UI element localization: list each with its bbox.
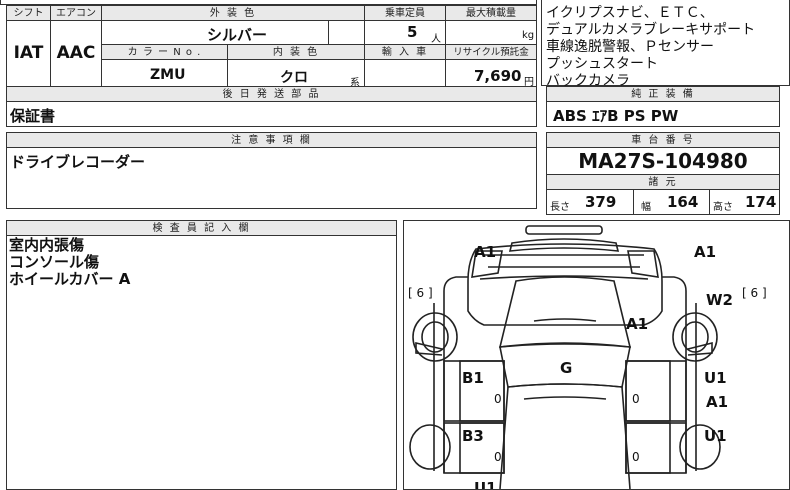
- recycle-header: リサイクル預託金: [445, 44, 537, 60]
- exterior-divider: [328, 21, 329, 44]
- later-shipment-header: 後 日 発 送 部 品: [6, 86, 537, 102]
- equipment-note: 車線逸脱警報、Ｐセンサー: [546, 39, 714, 55]
- seating-cell: 5 人: [364, 20, 446, 45]
- width-label: 幅: [641, 202, 651, 213]
- left-rear-cut-label: U1: [474, 479, 497, 489]
- equipment-note: プッシュスタート: [546, 56, 658, 72]
- car-diagram-svg: A1 A1 [ 6 ] [ 6 ] W2 A1 G B1 0 U1 0 A1 B…: [408, 225, 767, 489]
- exterior-color-value: シルバー: [207, 26, 268, 44]
- max-load-header: 最大積載量: [445, 5, 537, 21]
- equipment-note: イクリプスナビ、ＥＴＣ、: [546, 5, 714, 21]
- equipment-notes-list: イクリプスナビ、ＥＴＣ、 デュアルカメラブレーキサポート 車線逸脱警報、Ｐセンサ…: [546, 5, 755, 90]
- later-shipment-cell: 保証書: [6, 101, 537, 127]
- exterior-color-header: 外 装 色: [101, 5, 365, 21]
- notes-cell: ドライブレコーダー: [6, 147, 537, 209]
- right-front-door-label: U1: [704, 369, 727, 387]
- chassis-value: MA27S-104980: [578, 149, 748, 173]
- interior-color-header: 内 装 色: [227, 44, 365, 60]
- max-load-unit: kg: [522, 30, 535, 41]
- shift-cell: IAT: [6, 20, 51, 92]
- front-right-label: A1: [694, 243, 716, 261]
- import-header: 輸 入 車: [364, 44, 446, 60]
- car-diagram: A1 A1 [ 6 ] [ 6 ] W2 A1 G B1 0 U1 0 A1 B…: [403, 220, 790, 490]
- right-tire-label: [ 6 ]: [742, 286, 767, 300]
- chassis-header: 車 台 番 号: [546, 132, 780, 148]
- max-load-cell: kg: [445, 20, 537, 45]
- aircon-cell: AAC: [50, 20, 102, 92]
- zero-mark-2: 0: [632, 392, 640, 406]
- spec-table: シフト エアコン 外 装 色 乗車定員 最大積載量 IAT AAC シルバー 5…: [0, 0, 541, 92]
- color-no-value: ZMU: [150, 67, 186, 83]
- aircon-value: AAC: [56, 43, 96, 63]
- width-value: 164: [667, 193, 699, 211]
- length-value: 379: [585, 193, 617, 211]
- shift-value: IAT: [13, 43, 44, 63]
- notes-header: 注 意 事 項 欄: [6, 132, 537, 148]
- right-fender-label: W2: [706, 291, 733, 309]
- recycle-value: 7,690: [474, 67, 522, 85]
- interior-color-value: クロ: [280, 70, 308, 86]
- equipment-note: デュアルカメラブレーキサポート: [546, 22, 756, 38]
- color-no-header: カ ラ ー N o .: [101, 44, 228, 60]
- length-label: 長さ: [550, 202, 570, 213]
- dim-divider-2: [709, 190, 710, 214]
- left-tire-label: [ 6 ]: [408, 286, 433, 300]
- zero-mark-4: 0: [632, 450, 640, 464]
- right-rear-door-label: U1: [704, 427, 727, 445]
- right-front-door-label-2: A1: [706, 393, 728, 411]
- seating-value: 5: [407, 23, 418, 41]
- left-rear-door-label: B3: [462, 427, 484, 445]
- left-front-door-label: B1: [462, 369, 484, 387]
- equipment-notes-box: イクリプスナビ、ＥＴＣ、 デュアルカメラブレーキサポート 車線逸脱警報、Ｐセンサ…: [541, 0, 790, 89]
- seating-unit: 人: [431, 34, 441, 45]
- dim-divider-1: [633, 190, 634, 214]
- factory-equipment-cell: ABS ｴｱB PS PW: [546, 101, 780, 127]
- height-value: 174: [745, 193, 777, 211]
- inspector-lines: 室内内張傷 コンソール傷 ホイールカバー A: [9, 237, 130, 288]
- dimensions-header: 諸 元: [546, 174, 780, 190]
- inspector-cell: 室内内張傷 コンソール傷 ホイールカバー A: [6, 235, 397, 490]
- dimensions-cell: 長さ 379 幅 164 高さ 174: [546, 189, 780, 215]
- factory-equipment-header: 純 正 装 備: [546, 86, 780, 102]
- hood-label: A1: [626, 315, 648, 333]
- zero-mark-3: 0: [494, 450, 502, 464]
- inspector-line: コンソール傷: [9, 253, 100, 271]
- aircon-header: エアコン: [50, 5, 102, 21]
- inspector-header: 検 査 員 記 入 欄: [6, 220, 397, 236]
- later-shipment-value: 保証書: [10, 107, 56, 125]
- seating-header: 乗車定員: [364, 5, 446, 21]
- inspector-line: 室内内張傷: [9, 236, 85, 254]
- factory-equipment-value: ABS ｴｱB PS PW: [553, 107, 679, 125]
- front-left-label: A1: [474, 243, 496, 261]
- height-label: 高さ: [713, 202, 733, 213]
- shift-header: シフト: [6, 5, 51, 21]
- zero-mark-1: 0: [494, 392, 502, 406]
- exterior-color-cell: シルバー: [101, 20, 365, 45]
- notes-value: ドライブレコーダー: [10, 153, 146, 171]
- chassis-cell: MA27S-104980: [546, 147, 780, 175]
- inspector-line: ホイールカバー A: [9, 270, 131, 288]
- windshield-label: G: [560, 359, 572, 377]
